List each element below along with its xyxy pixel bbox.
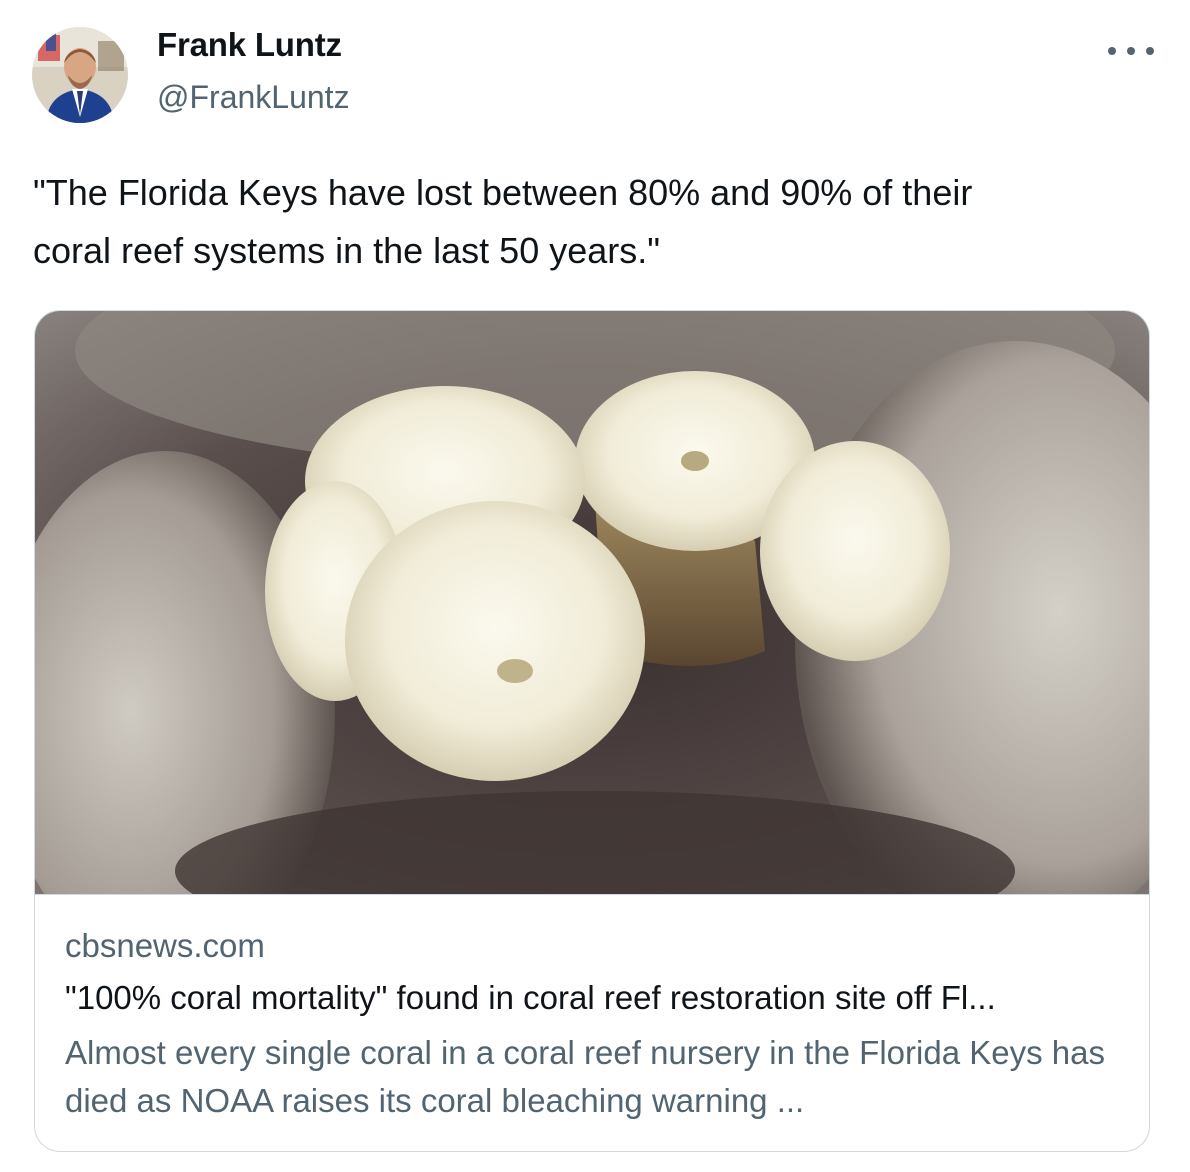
user-handle[interactable]: @FrankLuntz	[157, 79, 350, 116]
avatar[interactable]	[32, 27, 128, 123]
more-options-icon[interactable]	[1108, 36, 1154, 66]
dot	[1127, 47, 1135, 55]
coral-photo-icon	[35, 311, 1149, 894]
card-divider	[35, 894, 1149, 895]
link-card[interactable]: cbsnews.com "100% coral mortality" found…	[34, 310, 1150, 1152]
dot	[1108, 47, 1116, 55]
display-name[interactable]: Frank Luntz	[157, 26, 342, 64]
link-domain: cbsnews.com	[65, 927, 265, 964]
tweet-text: "The Florida Keys have lost between 80% …	[33, 172, 973, 271]
profile-photo-icon	[32, 27, 128, 123]
link-title: "100% coral mortality" found in coral re…	[65, 979, 996, 1016]
dot	[1146, 47, 1154, 55]
link-description: Almost every single coral in a coral ree…	[65, 1034, 1105, 1119]
